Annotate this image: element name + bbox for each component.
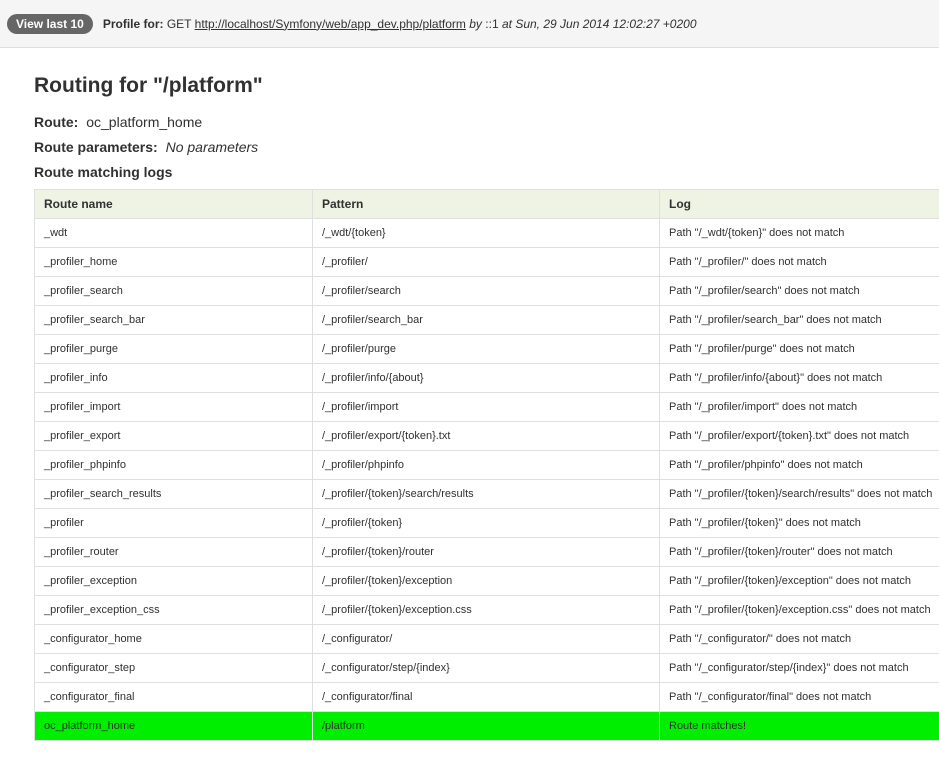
pattern-cell: /_profiler/{token} (312, 508, 660, 538)
pattern-cell: /_profiler/{token}/exception.css (312, 595, 660, 625)
pattern-cell: /_profiler/info/{about} (312, 363, 660, 393)
route-name-cell: _configurator_final (34, 682, 313, 712)
profiler-toolbar: View last 10 Profile for: GET http://loc… (0, 0, 939, 48)
route-name-cell: _profiler (34, 508, 313, 538)
route-name-cell: _profiler_exception_css (34, 595, 313, 625)
pattern-cell: /_profiler/{token}/exception (312, 566, 660, 596)
pattern-cell: /_configurator/final (312, 682, 660, 712)
route-name-cell: _profiler_search (34, 276, 313, 306)
column-header-log: Log (659, 189, 939, 219)
route-name-cell: _profiler_import (34, 392, 313, 422)
by-text: by (469, 16, 482, 31)
table-row: _profiler_purge/_profiler/purge Path "/_p… (34, 334, 939, 364)
request-method: GET (166, 16, 192, 31)
table-row: _profiler_phpinfo/_profiler/phpinfo Path … (34, 450, 939, 480)
route-info: Route: oc_platform_home (34, 114, 939, 131)
at-text: at (501, 16, 512, 31)
route-name-cell: _wdt (34, 218, 313, 248)
table-row: _profiler_search_results/_profiler/{toke… (34, 479, 939, 509)
log-cell: Path "/_profiler/{token}/router" does no… (659, 537, 939, 567)
log-cell: Path "/_profiler/search" does not match (659, 276, 939, 306)
log-cell: Path "/_profiler/info/{about}" does not … (659, 363, 939, 393)
pattern-cell: /_profiler/{token}/router (312, 537, 660, 567)
log-cell: Path "/_profiler/{token}/exception.css" … (659, 595, 939, 625)
route-name-cell: _profiler_info (34, 363, 313, 393)
table-row: _profiler_router/_profiler/{token}/route… (34, 537, 939, 567)
route-name-cell: _profiler_home (34, 247, 313, 277)
request-url-link[interactable]: http://localhost/Symfony/web/app_dev.php… (195, 17, 466, 31)
client-ip: ::1 (485, 16, 499, 31)
table-row: _profiler_info/_profiler/info/{about} Pat… (34, 363, 939, 393)
pattern-cell: /_configurator/step/{index} (312, 653, 660, 683)
table-header-row: Route name Pattern Log (34, 189, 939, 219)
log-cell: Path "/_profiler/" does not match (659, 247, 939, 277)
route-parameters-value: No parameters (165, 139, 259, 155)
log-cell: Path "/_profiler/{token}/search/results"… (659, 479, 939, 509)
pattern-cell: /_profiler/{token}/search/results (312, 479, 660, 509)
request-datetime: Sun, 29 Jun 2014 12:02:27 +0200 (515, 16, 697, 31)
pattern-cell: /_profiler/ (312, 247, 660, 277)
column-header-route-name: Route name (34, 189, 313, 219)
main-content: Routing for "/platform" Route: oc_platfo… (0, 48, 939, 741)
log-cell: Path "/_profiler/phpinfo" does not match (659, 450, 939, 480)
route-matching-table: Route name Pattern Log _wdt/_wdt/{token}… (34, 189, 939, 741)
profile-summary: Profile for: GET http://localhost/Symfon… (103, 17, 697, 31)
table-row: _profiler_exception/_profiler/{token}/ex… (34, 566, 939, 596)
log-cell: Path "/_profiler/purge" does not match (659, 334, 939, 364)
matched-route-row: oc_platform_home/platform Route matches! (34, 711, 939, 741)
pattern-cell: /_profiler/export/{token}.txt (312, 421, 660, 451)
route-parameters-info: Route parameters: No parameters (34, 139, 939, 156)
route-name-cell: _configurator_step (34, 653, 313, 683)
pattern-cell: /_configurator/ (312, 624, 660, 654)
route-name-cell: _profiler_router (34, 537, 313, 567)
route-name-cell: _profiler_search_bar (34, 305, 313, 335)
table-row: _profiler_exception_css/_profiler/{token… (34, 595, 939, 625)
route-name-cell: _profiler_exception (34, 566, 313, 596)
route-name-cell: _profiler_search_results (34, 479, 313, 509)
route-label: Route: (34, 114, 79, 130)
route-name-cell: _configurator_home (34, 624, 313, 654)
table-row: _profiler_home/_profiler/Path "/_profile… (34, 247, 939, 277)
route-value: oc_platform_home (86, 114, 203, 130)
pattern-cell: /_profiler/search (312, 276, 660, 306)
pattern-cell: /platform (312, 711, 660, 741)
log-cell: Path "/_wdt/{token}" does not match (659, 218, 939, 248)
route-name-cell: oc_platform_home (34, 711, 313, 741)
route-name-cell: _profiler_phpinfo (34, 450, 313, 480)
table-row: _configurator_step/_configurator/step/{i… (34, 653, 939, 683)
log-cell: Path "/_profiler/import" does not match (659, 392, 939, 422)
table-row: _profiler_search_bar/_profiler/search_ba… (34, 305, 939, 335)
log-cell: Path "/_configurator/step/{index}" does … (659, 653, 939, 683)
view-last-10-button[interactable]: View last 10 (7, 13, 93, 34)
table-row: _profiler_import/_profiler/import Path "/… (34, 392, 939, 422)
route-name-cell: _profiler_export (34, 421, 313, 451)
pattern-cell: /_profiler/import (312, 392, 660, 422)
table-row: _profiler/_profiler/{token} Path "/_profi… (34, 508, 939, 538)
table-row: _wdt/_wdt/{token} Path "/_wdt/{token}" do… (34, 218, 939, 248)
table-row: _profiler_search/_profiler/search Path "/… (34, 276, 939, 306)
log-cell: Route matches! (659, 711, 939, 741)
log-cell: Path "/_configurator/" does not match (659, 624, 939, 654)
pattern-cell: /_profiler/phpinfo (312, 450, 660, 480)
route-name-cell: _profiler_purge (34, 334, 313, 364)
table-row: _profiler_export/_profiler/export/{token… (34, 421, 939, 451)
route-matching-logs-heading: Route matching logs (34, 164, 173, 180)
column-header-pattern: Pattern (312, 189, 660, 219)
table-row: _configurator_home/_configurator/Path "/… (34, 624, 939, 654)
log-cell: Path "/_profiler/{token}" does not match (659, 508, 939, 538)
pattern-cell: /_wdt/{token} (312, 218, 660, 248)
log-cell: Path "/_profiler/{token}/exception" does… (659, 566, 939, 596)
page-title: Routing for "/platform" (34, 74, 263, 97)
pattern-cell: /_profiler/purge (312, 334, 660, 364)
profile-for-label: Profile for: (102, 16, 164, 31)
log-cell: Path "/_profiler/export/{token}.txt" doe… (659, 421, 939, 451)
log-cell: Path "/_profiler/search_bar" does not ma… (659, 305, 939, 335)
table-row: _configurator_final/_configurator/final P… (34, 682, 939, 712)
route-parameters-label: Route parameters: (34, 139, 158, 155)
log-cell: Path "/_configurator/final" does not mat… (659, 682, 939, 712)
pattern-cell: /_profiler/search_bar (312, 305, 660, 335)
